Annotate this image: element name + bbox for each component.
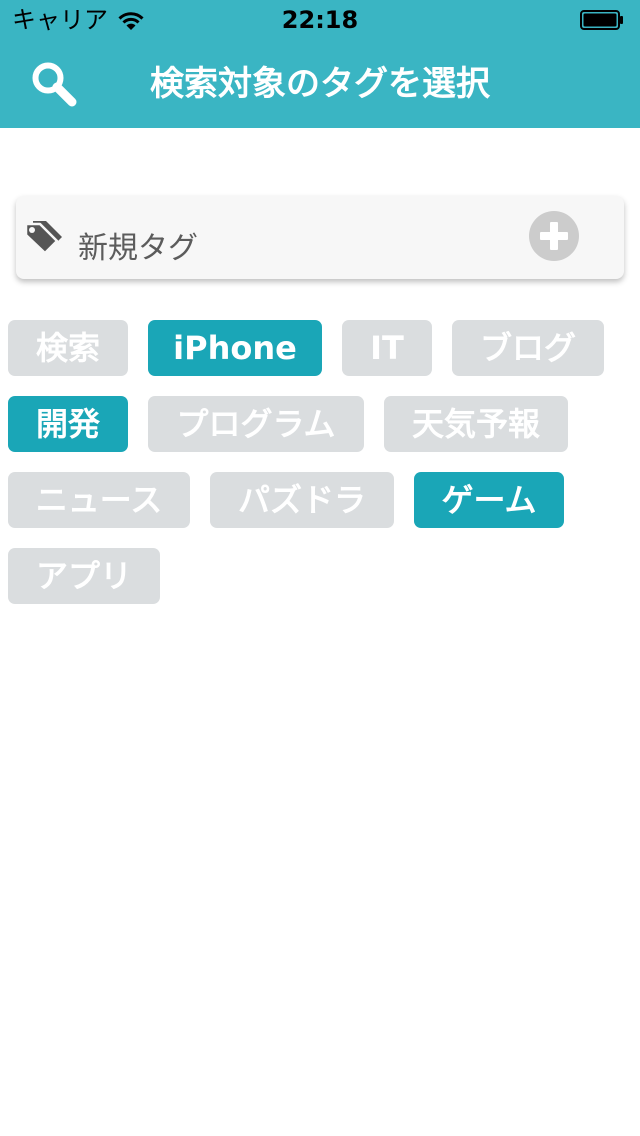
tag-chip-news[interactable]: ニュース: [8, 472, 190, 528]
plus-circle-icon[interactable]: [528, 210, 580, 262]
tag-chip-game[interactable]: ゲーム: [414, 472, 564, 528]
status-bar: キャリア 22:18: [0, 0, 640, 40]
tag-chip-program[interactable]: プログラム: [148, 396, 364, 452]
clock: 22:18: [281, 6, 359, 34]
tag-chip-iphone[interactable]: iPhone: [148, 320, 322, 376]
battery-icon: [580, 10, 623, 30]
tags-icon: [24, 221, 62, 255]
tag-chip-weather[interactable]: 天気予報: [384, 396, 568, 452]
new-tag-field: [16, 196, 624, 279]
tag-chip-search[interactable]: 検索: [8, 320, 128, 376]
tag-chip-app[interactable]: アプリ: [8, 548, 160, 604]
page-title: 検索対象のタグを選択: [150, 64, 490, 104]
tag-chip-development[interactable]: 開発: [8, 396, 128, 452]
new-tag-input[interactable]: [78, 224, 498, 272]
navigation-bar: 検索対象のタグを選択: [0, 40, 640, 128]
tag-chip-blog[interactable]: ブログ: [452, 320, 604, 376]
tag-chip-it[interactable]: IT: [342, 320, 432, 376]
tag-chip-puzzdra[interactable]: パズドラ: [210, 472, 394, 528]
